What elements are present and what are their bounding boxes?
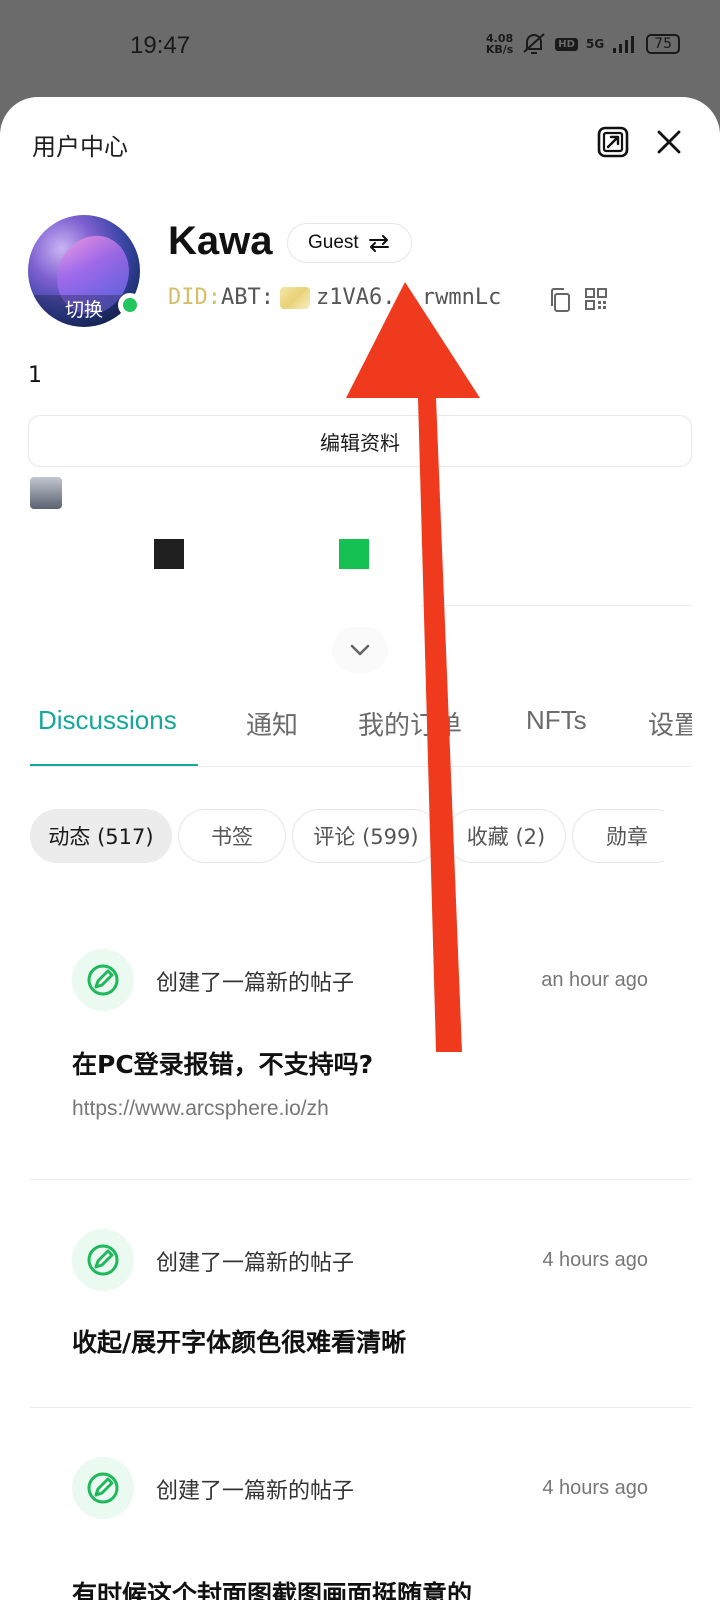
profile-thumbnail bbox=[30, 477, 62, 509]
expand-button[interactable] bbox=[332, 627, 388, 673]
sheet-title: 用户中心 bbox=[32, 133, 128, 161]
tab-settings[interactable]: 设置 bbox=[648, 705, 692, 742]
battery-icon: 75 bbox=[646, 34, 680, 54]
open-external-icon[interactable] bbox=[596, 125, 630, 159]
network-type: 5G bbox=[585, 37, 605, 51]
feed-divider bbox=[30, 1407, 692, 1408]
color-swatch-green bbox=[339, 539, 369, 569]
role-badge-label: Guest bbox=[308, 232, 359, 253]
tab-notifications[interactable]: 通知 bbox=[246, 705, 298, 742]
post-created-icon bbox=[72, 1457, 134, 1519]
chip-bookmarks[interactable]: 书签 bbox=[178, 809, 286, 863]
did-short: z1VA6...rwmnLc bbox=[315, 285, 502, 310]
feed-item[interactable]: 创建了一篇新的帖子 4 hours ago 收起/展开字体颜色很难看清晰 bbox=[30, 1229, 692, 1429]
color-swatch-black bbox=[154, 539, 184, 569]
bio-text: 1 bbox=[28, 363, 42, 388]
hd-badge: HD bbox=[555, 37, 578, 51]
pencil-icon bbox=[87, 1244, 119, 1276]
chip-activity[interactable]: 动态 (517) bbox=[30, 809, 172, 863]
feed-title[interactable]: 收起/展开字体颜色很难看清晰 bbox=[72, 1323, 406, 1359]
filter-chips: 动态 (517) 书签 评论 (599) 收藏 (2) 勋章 bbox=[30, 809, 664, 865]
net-speed-unit: KB/s bbox=[485, 43, 514, 56]
did-prefix: DID: bbox=[168, 285, 221, 310]
qr-code-icon[interactable] bbox=[584, 287, 608, 311]
mute-bell-icon bbox=[523, 33, 545, 54]
status-bar: 19:47 4.08 KB/s HD 5G 75 bbox=[0, 0, 720, 96]
status-time: 19:47 bbox=[130, 32, 191, 59]
pencil-icon bbox=[87, 1472, 119, 1504]
tab-nfts[interactable]: NFTs bbox=[526, 705, 587, 736]
feed-time: 4 hours ago bbox=[542, 1249, 648, 1271]
close-icon[interactable] bbox=[652, 125, 686, 159]
username: Kawa bbox=[168, 219, 273, 263]
did-scheme: ABT: bbox=[220, 285, 274, 310]
chip-badges[interactable]: 勋章 bbox=[572, 809, 664, 863]
feed-title[interactable]: 有时候这个封面图截图画面挺随意的 bbox=[72, 1575, 472, 1600]
pencil-icon bbox=[87, 964, 119, 996]
did-identicon bbox=[279, 286, 310, 309]
section-tabs: Discussions 通知 我的订单 NFTs 设置 bbox=[30, 695, 692, 767]
role-switch-button[interactable]: Guest bbox=[287, 223, 412, 263]
user-center-sheet: 用户中心 切换 Kawa Guest DID: ABT: z1VA6...rwm… bbox=[0, 97, 720, 1600]
feed-item[interactable]: 创建了一篇新的帖子 4 hours ago 有时候这个封面图截图画面挺随意的 bbox=[30, 1457, 692, 1600]
feed-action: 创建了一篇新的帖子 bbox=[156, 1479, 355, 1504]
feed-link[interactable]: https://www.arcsphere.io/zh bbox=[72, 1097, 329, 1121]
feed-time: 4 hours ago bbox=[542, 1477, 648, 1499]
edit-profile-button[interactable]: 编辑资料 bbox=[28, 415, 692, 467]
feed-item[interactable]: 创建了一篇新的帖子 an hour ago 在PC登录报错，不支持吗? http… bbox=[30, 949, 692, 1199]
chip-comments[interactable]: 评论 (599) bbox=[292, 809, 440, 863]
signal-icon bbox=[613, 36, 635, 53]
chevron-down-icon bbox=[350, 644, 370, 656]
feed-time: an hour ago bbox=[541, 969, 648, 991]
online-status-dot bbox=[118, 293, 142, 317]
status-icons: 4.08 KB/s HD 5G 75 bbox=[486, 32, 680, 56]
section-divider bbox=[420, 605, 692, 606]
feed-title[interactable]: 在PC登录报错，不支持吗? bbox=[72, 1045, 373, 1081]
post-created-icon bbox=[72, 1229, 134, 1291]
feed-divider bbox=[30, 1179, 692, 1180]
swap-arrows-icon bbox=[368, 235, 389, 252]
feed-action: 创建了一篇新的帖子 bbox=[156, 1251, 355, 1276]
active-tab-indicator bbox=[30, 764, 198, 766]
net-speed: 4.08 KB/s bbox=[486, 33, 513, 55]
feed-action: 创建了一篇新的帖子 bbox=[156, 971, 355, 996]
did-address: DID: ABT: z1VA6...rwmnLc bbox=[168, 285, 501, 310]
post-created-icon bbox=[72, 949, 134, 1011]
tab-orders[interactable]: 我的订单 bbox=[358, 705, 462, 742]
tab-discussions[interactable]: Discussions bbox=[38, 705, 177, 736]
copy-icon[interactable] bbox=[548, 287, 572, 313]
chip-favorites[interactable]: 收藏 (2) bbox=[446, 809, 566, 863]
